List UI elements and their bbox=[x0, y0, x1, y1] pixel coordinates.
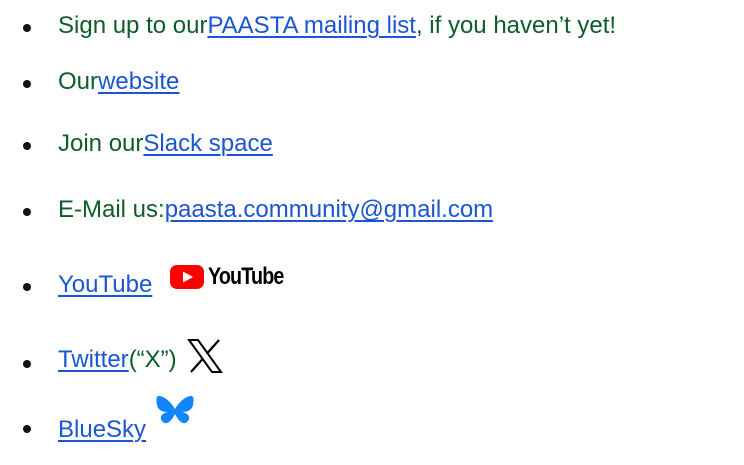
list-item-content: Twitter (“X”) bbox=[58, 338, 223, 381]
bullet bbox=[23, 208, 31, 216]
list-item-content: Join our Slack space bbox=[58, 130, 273, 158]
bullet bbox=[23, 360, 31, 368]
item-suffix-text: (“X”) bbox=[128, 345, 177, 373]
bluesky-butterfly-icon bbox=[156, 395, 194, 436]
bullet bbox=[23, 425, 31, 433]
youtube-logo: YouTube bbox=[170, 263, 300, 291]
youtube-logo-text: YouTube bbox=[208, 263, 284, 290]
bullet bbox=[23, 283, 31, 291]
resource-links-list: Sign up to our PAASTA mailing list , if … bbox=[0, 0, 744, 465]
bluesky-link[interactable]: BlueSky bbox=[58, 416, 146, 444]
list-item-content: Sign up to our PAASTA mailing list , if … bbox=[58, 12, 616, 40]
mailing-list-link[interactable]: PAASTA mailing list bbox=[207, 12, 416, 40]
list-item-content: Our website bbox=[58, 68, 179, 96]
bullet bbox=[23, 24, 31, 32]
x-logo-icon bbox=[186, 338, 223, 381]
email-link[interactable]: paasta.community@gmail.com bbox=[165, 196, 493, 224]
website-link[interactable]: website bbox=[98, 68, 179, 96]
twitter-link[interactable]: Twitter bbox=[58, 346, 129, 374]
item-suffix-text: , if you haven’t yet! bbox=[415, 12, 617, 39]
item-prefix-text: E-Mail us: bbox=[58, 196, 165, 223]
bullet bbox=[23, 142, 31, 150]
bullet bbox=[23, 80, 31, 88]
youtube-play-icon bbox=[170, 265, 204, 289]
item-prefix-text: Our bbox=[58, 68, 99, 95]
slack-space-link[interactable]: Slack space bbox=[143, 130, 272, 158]
item-prefix-text: Join our bbox=[58, 130, 144, 157]
list-item-content: YouTube bbox=[58, 271, 152, 299]
youtube-link[interactable]: YouTube bbox=[58, 271, 152, 299]
list-item-content: E-Mail us: paasta.community@gmail.com bbox=[58, 196, 493, 224]
list-item-content: BlueSky bbox=[58, 396, 194, 450]
item-prefix-text: Sign up to our bbox=[58, 12, 208, 39]
